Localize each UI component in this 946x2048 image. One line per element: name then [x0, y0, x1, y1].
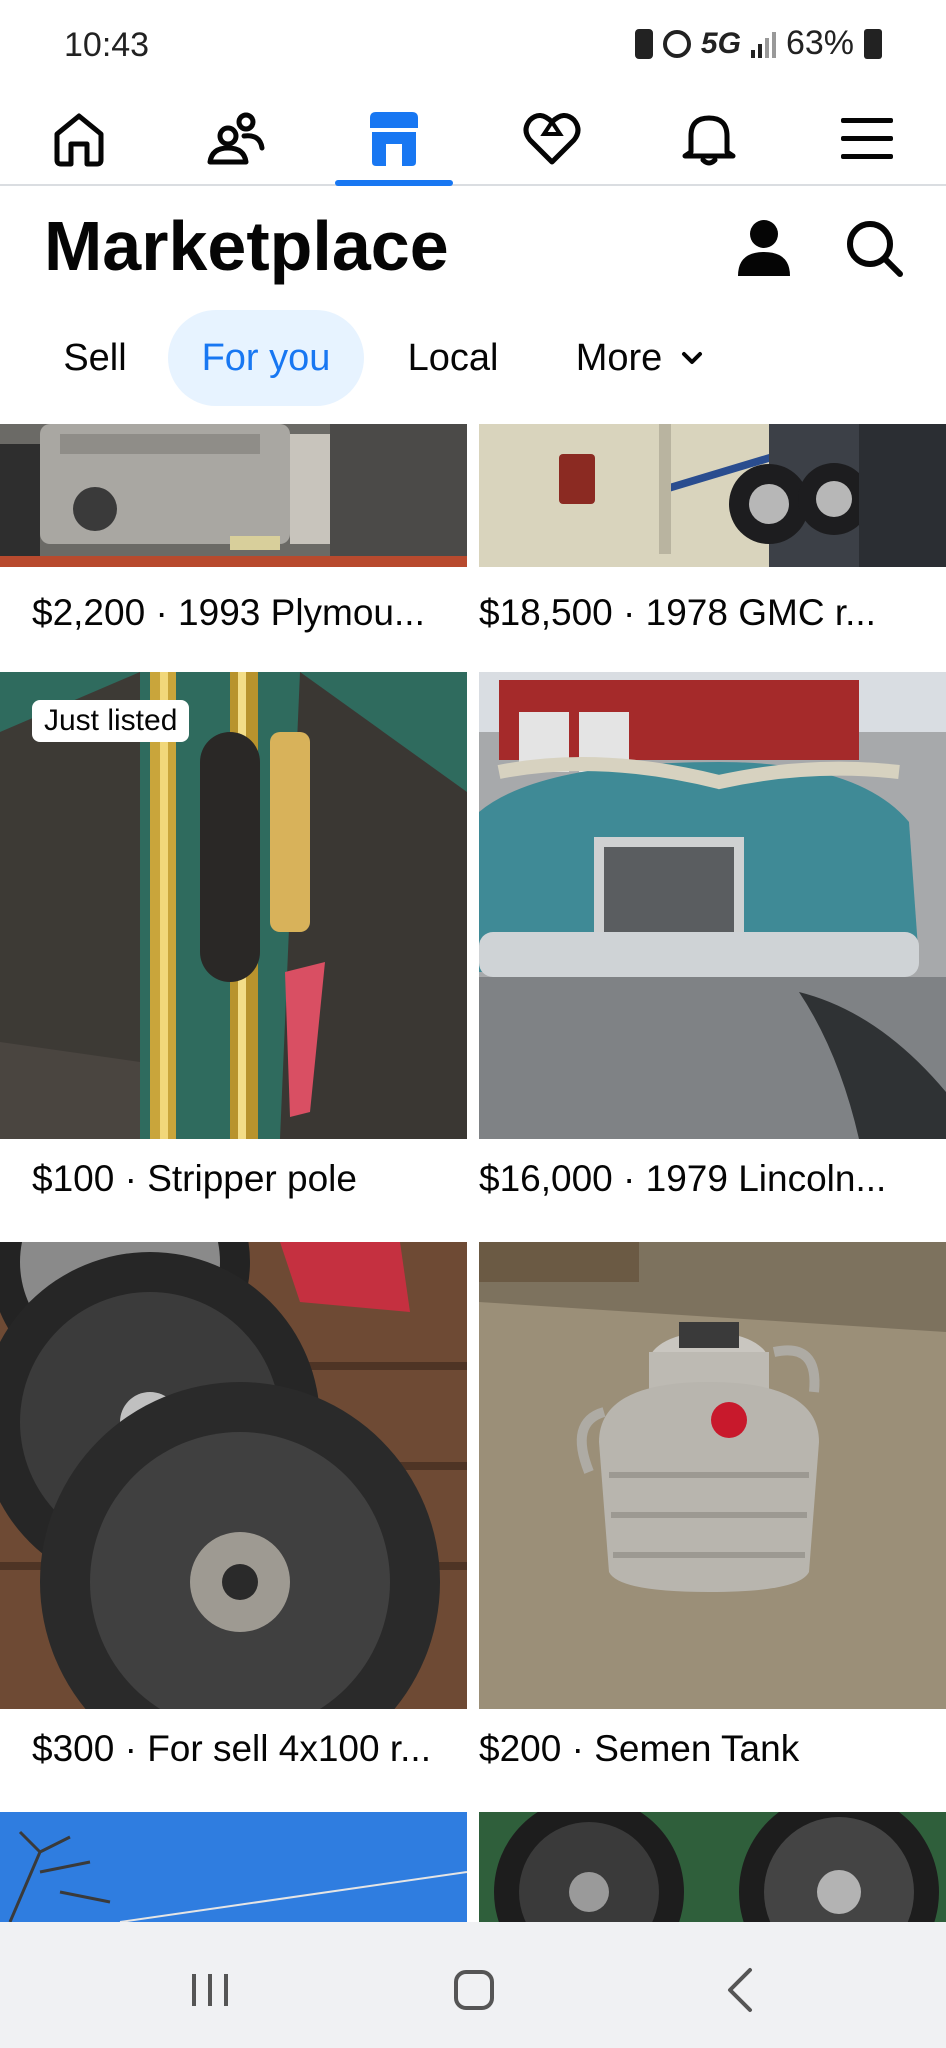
tab-home[interactable] — [0, 92, 158, 184]
listing-card[interactable] — [479, 1812, 946, 1922]
page-title: Marketplace — [44, 207, 449, 285]
friends-icon — [207, 112, 265, 165]
listing-photo-rv — [479, 424, 946, 567]
status-bar: 10:43 5G 63% — [0, 0, 946, 92]
listing-photo-rims — [479, 1812, 946, 1922]
chip-more-label: More — [575, 336, 663, 379]
listing-photo-pole — [0, 672, 467, 1139]
status-icons: 5G 63% — [634, 24, 882, 63]
listing-card[interactable]: $300 · For sell 4x100 r... — [0, 1242, 467, 1802]
battery-icon — [864, 28, 882, 59]
listing-card[interactable]: $200 · Semen Tank — [479, 1242, 946, 1802]
marketplace-header: Marketplace — [0, 186, 946, 304]
home-button-icon[interactable] — [444, 1960, 504, 2020]
home-icon — [54, 113, 104, 167]
marketplace-icon — [369, 112, 418, 166]
battery-saver-icon — [634, 28, 653, 59]
listing-caption: $2,200 · 1993 Plymou... — [32, 592, 425, 633]
filter-chips: Sell For you Local More — [0, 310, 946, 406]
listing-card[interactable]: Just listed $100 · Stripper pole — [0, 672, 467, 1232]
bell-icon — [682, 115, 736, 166]
listing-feed[interactable]: $2,200 · 1993 Plymou... $18,500 · 1978 G… — [0, 424, 946, 1922]
recent-apps-icon[interactable] — [180, 1960, 240, 2020]
search-icon[interactable] — [842, 216, 906, 280]
tab-menu[interactable] — [788, 92, 946, 184]
top-nav — [0, 92, 946, 186]
listing-caption: $18,500 · 1978 GMC r... — [479, 592, 876, 633]
tab-marketplace[interactable] — [315, 92, 473, 186]
battery-percent: 63% — [785, 24, 854, 62]
chevron-down-icon — [682, 352, 703, 364]
listing-photo-wheels — [0, 1242, 467, 1709]
status-time: 10:43 — [64, 26, 150, 64]
listing-caption: $200 · Semen Tank — [479, 1728, 800, 1769]
listing-caption: $16,000 · 1979 Lincoln... — [479, 1158, 887, 1199]
profile-icon[interactable] — [732, 216, 796, 280]
listing-caption: $300 · For sell 4x100 r... — [32, 1728, 431, 1769]
listing-photo-sky — [0, 1812, 467, 1922]
chip-more[interactable]: More — [540, 310, 740, 406]
listing-card[interactable]: $18,500 · 1978 GMC r... — [479, 424, 946, 674]
listing-photo-lincoln — [479, 672, 946, 1139]
tab-notifications[interactable] — [630, 92, 788, 184]
tab-friends[interactable] — [158, 92, 316, 184]
alarm-icon — [662, 29, 691, 58]
dating-heart-icon — [523, 113, 581, 165]
chip-sell[interactable]: Sell — [30, 310, 160, 406]
listing-photo-engine — [0, 424, 467, 567]
listing-card[interactable]: $16,000 · 1979 Lincoln... — [479, 672, 946, 1232]
listing-card[interactable] — [0, 1812, 467, 1922]
listing-photo-tank — [479, 1242, 946, 1709]
system-navigation-bar — [0, 1922, 946, 2048]
network-type: 5G — [700, 26, 741, 60]
back-icon[interactable] — [712, 1960, 772, 2020]
listing-caption: $100 · Stripper pole — [32, 1158, 357, 1199]
just-listed-badge: Just listed — [32, 700, 190, 742]
signal-icon — [750, 30, 776, 58]
listing-card[interactable]: $2,200 · 1993 Plymou... — [0, 424, 467, 674]
tab-dating[interactable] — [473, 92, 631, 184]
chip-for-you[interactable]: For you — [168, 310, 364, 406]
chip-local[interactable]: Local — [378, 310, 528, 406]
menu-icon — [840, 118, 893, 159]
